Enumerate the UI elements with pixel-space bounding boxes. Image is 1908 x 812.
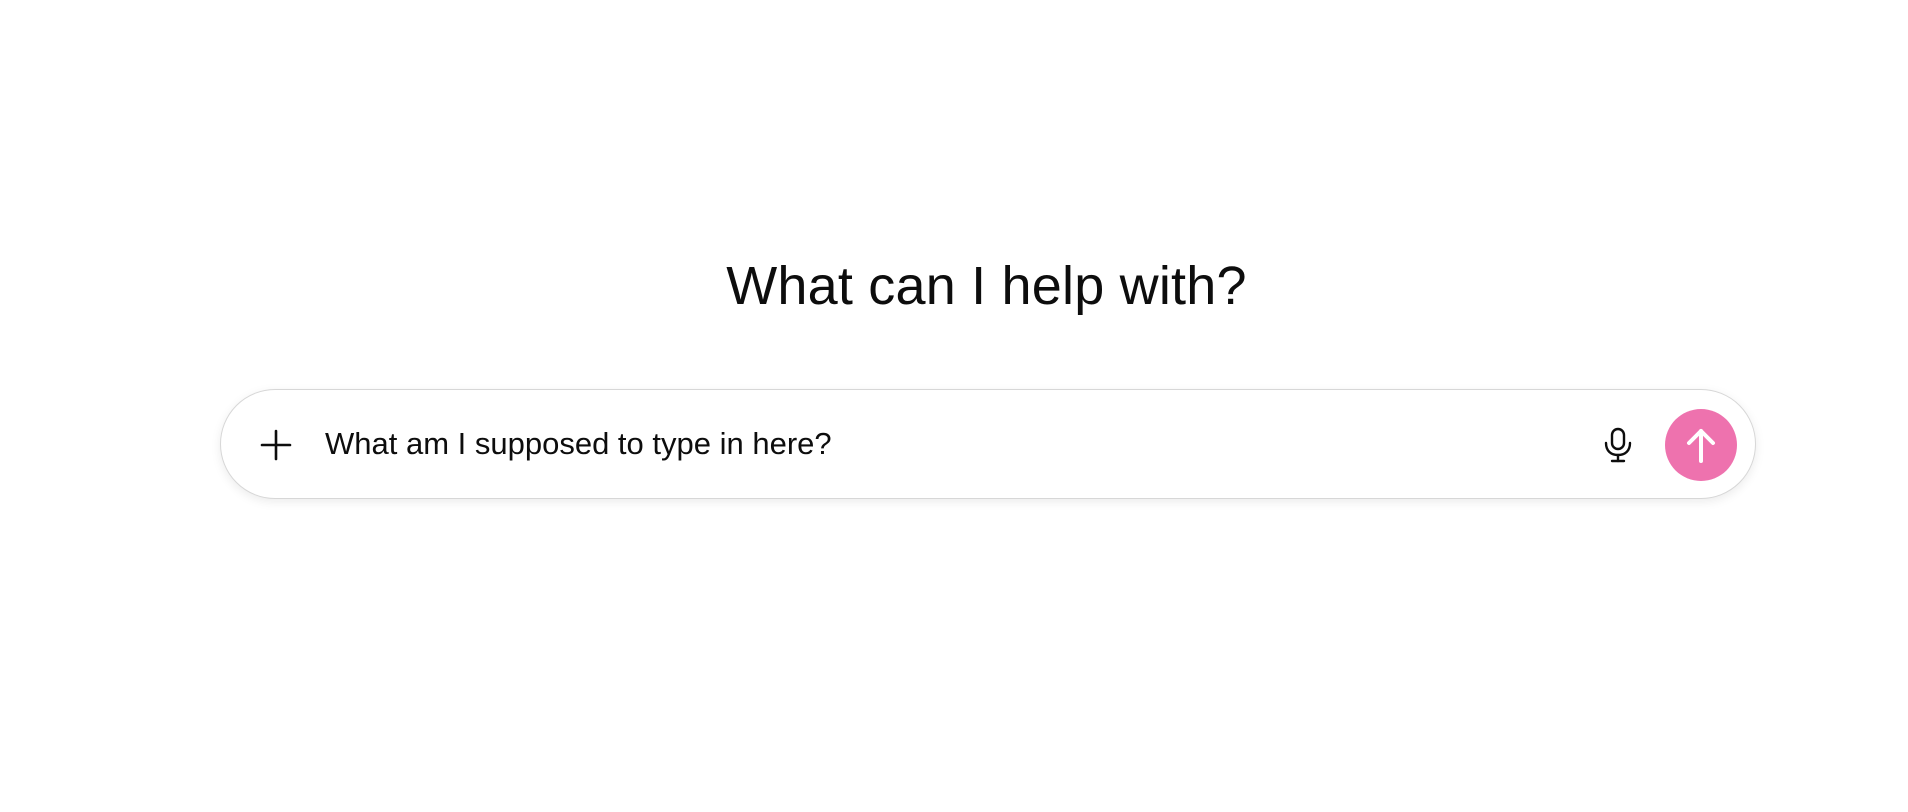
add-attachment-button[interactable] [251, 420, 301, 470]
arrow-up-icon [1684, 426, 1718, 464]
send-button[interactable] [1665, 409, 1737, 481]
page-title: What can I help with? [726, 256, 1247, 316]
voice-input-button[interactable] [1593, 420, 1643, 470]
prompt-input[interactable]: What am I supposed to type in here? [325, 418, 832, 470]
page: What can I help with? What am I supposed… [0, 0, 1908, 812]
prompt-composer: What am I supposed to type in here? [220, 389, 1756, 499]
plus-icon [259, 428, 293, 462]
microphone-icon [1603, 427, 1633, 463]
